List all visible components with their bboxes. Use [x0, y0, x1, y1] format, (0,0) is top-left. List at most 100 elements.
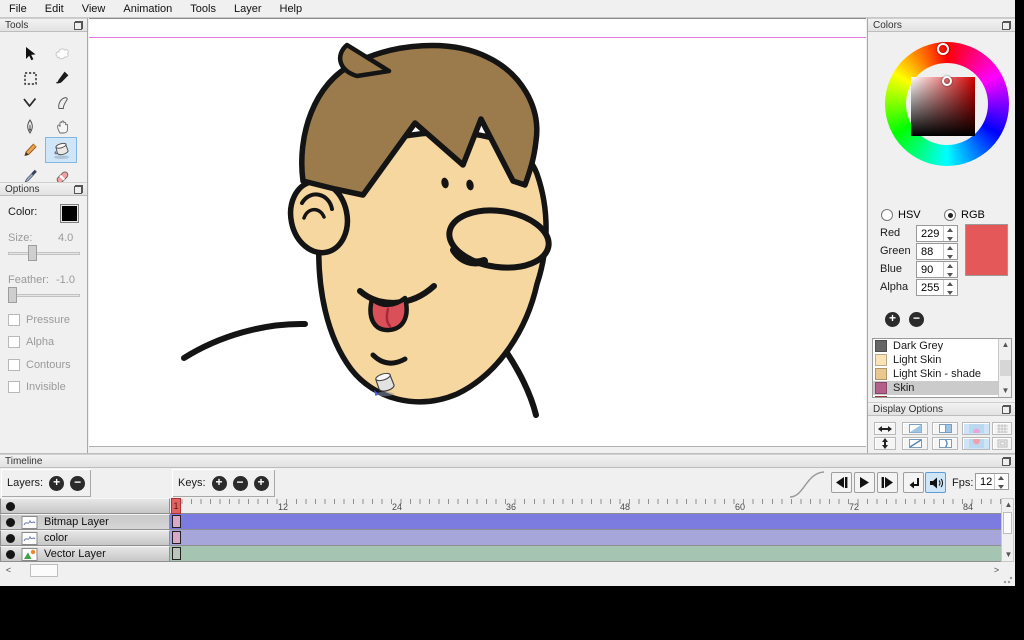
palette-list[interactable]: Dark Grey Light Skin Light Skin - shade …	[872, 338, 1012, 398]
red-spinbox[interactable]	[916, 225, 958, 242]
size-slider-thumb[interactable]	[28, 245, 37, 261]
grid-b-button[interactable]	[992, 437, 1012, 450]
hue-ring-selector[interactable]	[937, 43, 949, 55]
invisible-checkbox[interactable]	[8, 380, 20, 393]
green-spinbox[interactable]	[916, 243, 958, 260]
palette-scrollbar[interactable]: ▲ ▼	[998, 339, 1011, 397]
timeline-scroll-down-icon[interactable]: ▼	[1002, 549, 1015, 561]
fps-input[interactable]	[976, 474, 994, 489]
palette-item-light-skin-shade[interactable]: Light Skin - shade	[873, 367, 1011, 381]
contours-checkbox-row[interactable]: Contours	[8, 358, 71, 371]
window-resize-grip[interactable]	[1003, 574, 1013, 584]
remove-key-button[interactable]: −	[232, 475, 248, 491]
track-vector[interactable]	[170, 546, 1001, 562]
blue-spin-arrows[interactable]	[943, 262, 956, 277]
menu-layer[interactable]: Layer	[225, 0, 271, 18]
timeline-vscroll-thumb[interactable]	[1003, 512, 1012, 534]
size-slider[interactable]	[8, 245, 80, 261]
colors-panel-float-icon[interactable]	[1002, 21, 1011, 30]
pen-tool-button[interactable]	[16, 114, 44, 138]
menu-file[interactable]: File	[0, 0, 36, 18]
timeline-ruler[interactable]: 1 12 24 36 48 60 72 84	[170, 498, 1001, 514]
feather-slider-thumb[interactable]	[8, 287, 17, 303]
palette-scroll-thumb[interactable]	[1000, 360, 1011, 376]
layer-header-bitmap[interactable]: Bitmap Layer	[0, 514, 170, 530]
add-color-button[interactable]: +	[885, 312, 900, 327]
brush-tool-button[interactable]	[48, 66, 76, 90]
current-frame-marker[interactable]: 1	[171, 498, 181, 514]
green-value-input[interactable]	[917, 244, 943, 259]
visibility-dot-icon[interactable]	[6, 501, 15, 511]
keyframe-color[interactable]	[172, 531, 181, 544]
display-options-float-icon[interactable]	[1002, 405, 1011, 414]
menu-edit[interactable]: Edit	[36, 0, 73, 18]
rgb-radio[interactable]	[944, 209, 956, 221]
grid-a-button[interactable]	[992, 422, 1012, 435]
next-frame-button[interactable]	[877, 472, 898, 493]
color-visibility-dot-icon[interactable]	[6, 533, 15, 543]
drawing-canvas[interactable]	[89, 18, 866, 447]
track-color[interactable]	[170, 530, 1001, 546]
invisible-checkbox-row[interactable]: Invisible	[8, 380, 66, 393]
hand-tool-button[interactable]	[48, 114, 76, 138]
onion-prev-alt-button[interactable]	[902, 437, 928, 450]
camera-layer-header[interactable]	[0, 498, 170, 514]
onion-red-button[interactable]	[962, 437, 990, 450]
alpha-value-input[interactable]	[917, 280, 943, 295]
alpha-spinbox[interactable]	[916, 279, 958, 296]
onion-prev-button[interactable]	[902, 422, 928, 435]
sound-button[interactable]	[925, 472, 946, 493]
onion-next-alt-button[interactable]	[932, 437, 958, 450]
fps-spin-arrows[interactable]	[994, 474, 1007, 489]
red-spin-arrows[interactable]	[943, 226, 956, 241]
alpha-checkbox[interactable]	[8, 335, 20, 348]
hsv-radio[interactable]	[881, 209, 893, 221]
bucket-tool-button[interactable]	[45, 137, 77, 163]
play-button[interactable]	[854, 472, 875, 493]
duplicate-key-button[interactable]: +	[253, 475, 269, 491]
blue-spinbox[interactable]	[916, 261, 958, 278]
onion-blue-button[interactable]	[962, 422, 990, 435]
green-spin-arrows[interactable]	[943, 244, 956, 259]
menu-tools[interactable]: Tools	[181, 0, 225, 18]
layer-header-vector[interactable]: Vector Layer	[0, 546, 170, 562]
move-tool-button[interactable]	[16, 42, 44, 66]
keyframe-vector[interactable]	[172, 547, 181, 560]
layer-header-color[interactable]: color	[0, 530, 170, 546]
track-bitmap[interactable]	[170, 514, 1001, 530]
palette-scroll-up-icon[interactable]: ▲	[999, 339, 1011, 351]
timeline-horizontal-scrollbar[interactable]: < >	[0, 564, 1005, 578]
vector-visibility-dot-icon[interactable]	[6, 549, 15, 559]
bitmap-visibility-dot-icon[interactable]	[6, 517, 15, 527]
add-layer-button[interactable]: +	[49, 475, 65, 491]
hsv-radio-row[interactable]: HSV	[881, 209, 921, 221]
timeline-vertical-scrollbar[interactable]: ▲ ▼	[1001, 498, 1014, 562]
palette-item-dark-grey[interactable]: Dark Grey	[873, 339, 1011, 353]
sv-selector[interactable]	[942, 76, 952, 86]
options-panel-float-icon[interactable]	[74, 185, 83, 194]
palette-item-light-skin[interactable]: Light Skin	[873, 353, 1011, 367]
stroke-color-swatch[interactable]	[60, 204, 79, 223]
pressure-checkbox[interactable]	[8, 313, 20, 326]
onion-next-button[interactable]	[932, 422, 958, 435]
saturation-value-square[interactable]	[911, 77, 975, 136]
red-value-input[interactable]	[917, 226, 943, 241]
palette-item-skin[interactable]: Skin	[873, 381, 1011, 395]
menu-view[interactable]: View	[73, 0, 115, 18]
alpha-checkbox-row[interactable]: Alpha	[8, 335, 54, 348]
keyframe-bitmap[interactable]	[172, 515, 181, 528]
alpha-spin-arrows[interactable]	[943, 280, 956, 295]
loop-button[interactable]	[903, 472, 924, 493]
timeline-hscroll-thumb[interactable]	[30, 564, 58, 577]
pressure-checkbox-row[interactable]: Pressure	[8, 313, 70, 326]
palette-scroll-down-icon[interactable]: ▼	[999, 385, 1011, 397]
feather-slider[interactable]	[8, 287, 80, 303]
select-tool-button[interactable]	[16, 66, 44, 90]
remove-color-button[interactable]: −	[909, 312, 924, 327]
smudge-tool-button[interactable]	[48, 90, 76, 114]
pencil-tool-button[interactable]	[16, 138, 44, 162]
mirror-vertical-button[interactable]	[874, 437, 896, 450]
add-key-button[interactable]: +	[211, 475, 227, 491]
remove-layer-button[interactable]: −	[70, 475, 86, 491]
timeline-scroll-right-icon[interactable]: >	[990, 564, 1003, 577]
